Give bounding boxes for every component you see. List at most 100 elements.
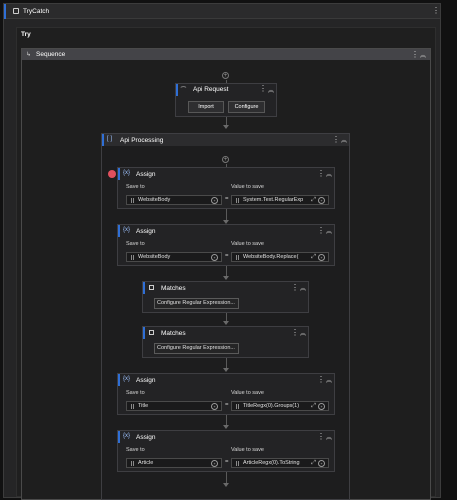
value-to-save-field[interactable]: System.Text.RegularExp ⤢ + xyxy=(231,195,329,205)
trycatch-menu-icon[interactable]: ⋮ xyxy=(432,7,440,15)
save-to-field[interactable]: Article + xyxy=(126,458,222,468)
matches-title: Matches xyxy=(161,330,186,337)
matches-collapse-icon[interactable]: ︽ xyxy=(300,283,306,292)
add-icon[interactable]: + xyxy=(211,254,218,261)
add-icon[interactable]: + xyxy=(211,197,218,204)
variable-icon xyxy=(236,461,237,466)
save-to-field[interactable]: WebsiteBody + xyxy=(126,195,222,205)
variable-icon xyxy=(133,255,134,260)
api-processing-collapse-icon[interactable]: ︽ xyxy=(341,135,347,144)
add-activity-icon[interactable]: + xyxy=(222,156,229,163)
matches-title: Matches xyxy=(161,285,186,292)
api-processing-icon: [ ] xyxy=(107,136,113,142)
assign-activity[interactable]: {x} Assign ⋮ ︽ Save to Value to save Web… xyxy=(117,224,335,266)
expand-icon[interactable]: ⤢ xyxy=(311,459,316,467)
assign-menu-icon[interactable]: ⋮ xyxy=(317,170,325,178)
value-to-save-value: ArticleRegx(0).ToString xyxy=(243,460,300,466)
variable-icon xyxy=(238,255,239,260)
add-icon[interactable]: + xyxy=(318,403,325,410)
variable-icon xyxy=(236,404,237,409)
equals-sign: = xyxy=(225,253,229,259)
assign-activity[interactable]: {x} Assign ⋮ ︽ Save to Value to save Web… xyxy=(117,167,335,209)
assign-menu-icon[interactable]: ⋮ xyxy=(317,433,325,441)
value-to-save-label: Value to save xyxy=(231,390,264,396)
connector-line xyxy=(226,117,227,125)
assign-collapse-icon[interactable]: ︽ xyxy=(326,169,332,178)
assign-menu-icon[interactable]: ⋮ xyxy=(317,227,325,235)
matches-menu-icon[interactable]: ⋮ xyxy=(291,329,299,337)
assign-accent xyxy=(118,168,120,180)
equals-sign: = xyxy=(225,402,229,408)
api-processing-header[interactable]: [ ] Api Processing ⋮ ︽ xyxy=(102,134,349,146)
expand-icon[interactable]: ⤢ xyxy=(311,253,316,261)
add-activity-icon[interactable]: + xyxy=(222,72,229,79)
variable-icon xyxy=(238,461,239,466)
variable-icon xyxy=(131,404,132,409)
assign-activity[interactable]: {x} Assign ⋮ ︽ Save to Value to save Art… xyxy=(117,430,335,472)
sequence-menu-icon[interactable]: ⋮ xyxy=(411,51,419,59)
assign-menu-icon[interactable]: ⋮ xyxy=(317,376,325,384)
assign-collapse-icon[interactable]: ︽ xyxy=(326,226,332,235)
api-request-collapse-icon[interactable]: ︽ xyxy=(268,85,274,94)
sequence-title: Sequence xyxy=(36,51,66,58)
equals-sign: = xyxy=(225,459,229,465)
api-request-icon: ⁀ xyxy=(181,88,186,94)
api-request-menu-icon[interactable]: ⋮ xyxy=(259,85,267,93)
add-icon[interactable]: + xyxy=(211,460,218,467)
api-request-title: Api Request xyxy=(193,86,229,93)
matches-accent xyxy=(143,282,145,294)
assign-icon: {x} xyxy=(123,376,131,382)
try-label: Try xyxy=(21,31,31,38)
assign-title: Assign xyxy=(136,377,156,384)
configure-button[interactable]: Configure xyxy=(228,101,265,113)
variable-icon xyxy=(238,198,239,203)
add-icon[interactable]: + xyxy=(211,403,218,410)
assign-icon: {x} xyxy=(123,170,131,176)
matches-menu-icon[interactable]: ⋮ xyxy=(291,284,299,292)
expand-icon[interactable]: ⤢ xyxy=(311,402,316,410)
assign-accent xyxy=(118,374,120,386)
value-to-save-value: WebsiteBody.Replace( xyxy=(243,254,299,260)
save-to-label: Save to xyxy=(126,184,145,190)
sequence-header[interactable]: ↳ Sequence ⋮ ︽ xyxy=(22,49,430,60)
matches-activity[interactable]: Matches ⋮ ︽ Configure Regular Expression… xyxy=(142,281,309,313)
api-request-activity[interactable]: ⁀ Api Request ⋮ ︽ Import Configure xyxy=(175,83,277,117)
save-to-field[interactable]: Title + xyxy=(126,401,222,411)
connector-arrow xyxy=(223,425,229,429)
save-to-value: Title xyxy=(138,403,149,409)
value-to-save-label: Value to save xyxy=(231,241,264,247)
add-icon[interactable]: + xyxy=(318,254,325,261)
assign-accent xyxy=(118,431,120,443)
assign-activity[interactable]: {x} Assign ⋮ ︽ Save to Value to save Tit… xyxy=(117,373,335,415)
assign-collapse-icon[interactable]: ︽ xyxy=(326,375,332,384)
matches-activity[interactable]: Matches ⋮ ︽ Configure Regular Expression… xyxy=(142,326,309,358)
sequence-collapse-icon[interactable]: ︽ xyxy=(420,50,426,59)
value-to-save-value: TitleRegx(0).Groups(1) xyxy=(243,403,300,409)
matches-collapse-icon[interactable]: ︽ xyxy=(300,328,306,337)
breakpoint-icon[interactable] xyxy=(108,170,116,178)
save-to-value: WebsiteBody xyxy=(138,197,171,203)
trycatch-header[interactable]: TryCatch ⋮ xyxy=(4,4,440,19)
value-to-save-field[interactable]: ArticleRegx(0).ToString ⤢ + xyxy=(231,458,329,468)
trycatch-accent xyxy=(4,4,6,19)
equals-sign: = xyxy=(225,196,229,202)
assign-collapse-icon[interactable]: ︽ xyxy=(326,432,332,441)
import-button[interactable]: Import xyxy=(188,101,224,113)
assign-accent xyxy=(118,225,120,237)
value-to-save-field[interactable]: TitleRegx(0).Groups(1) ⤢ + xyxy=(231,401,329,411)
expand-icon[interactable]: ⤢ xyxy=(311,196,316,204)
assign-title: Assign xyxy=(136,171,156,178)
value-to-save-field[interactable]: WebsiteBody.Replace( ⤢ + xyxy=(231,252,329,262)
assign-title: Assign xyxy=(136,434,156,441)
add-icon[interactable]: + xyxy=(318,197,325,204)
configure-regex-button[interactable]: Configure Regular Expression... xyxy=(154,298,239,309)
api-processing-menu-icon[interactable]: ⋮ xyxy=(332,136,340,144)
save-to-value: Article xyxy=(138,460,154,466)
matches-accent xyxy=(143,327,145,339)
variable-icon xyxy=(236,198,237,203)
save-to-field[interactable]: WebsiteBody + xyxy=(126,252,222,262)
configure-regex-button[interactable]: Configure Regular Expression... xyxy=(154,343,239,354)
connector-arrow xyxy=(223,483,229,487)
add-icon[interactable]: + xyxy=(318,460,325,467)
assign-icon: {x} xyxy=(123,227,131,233)
